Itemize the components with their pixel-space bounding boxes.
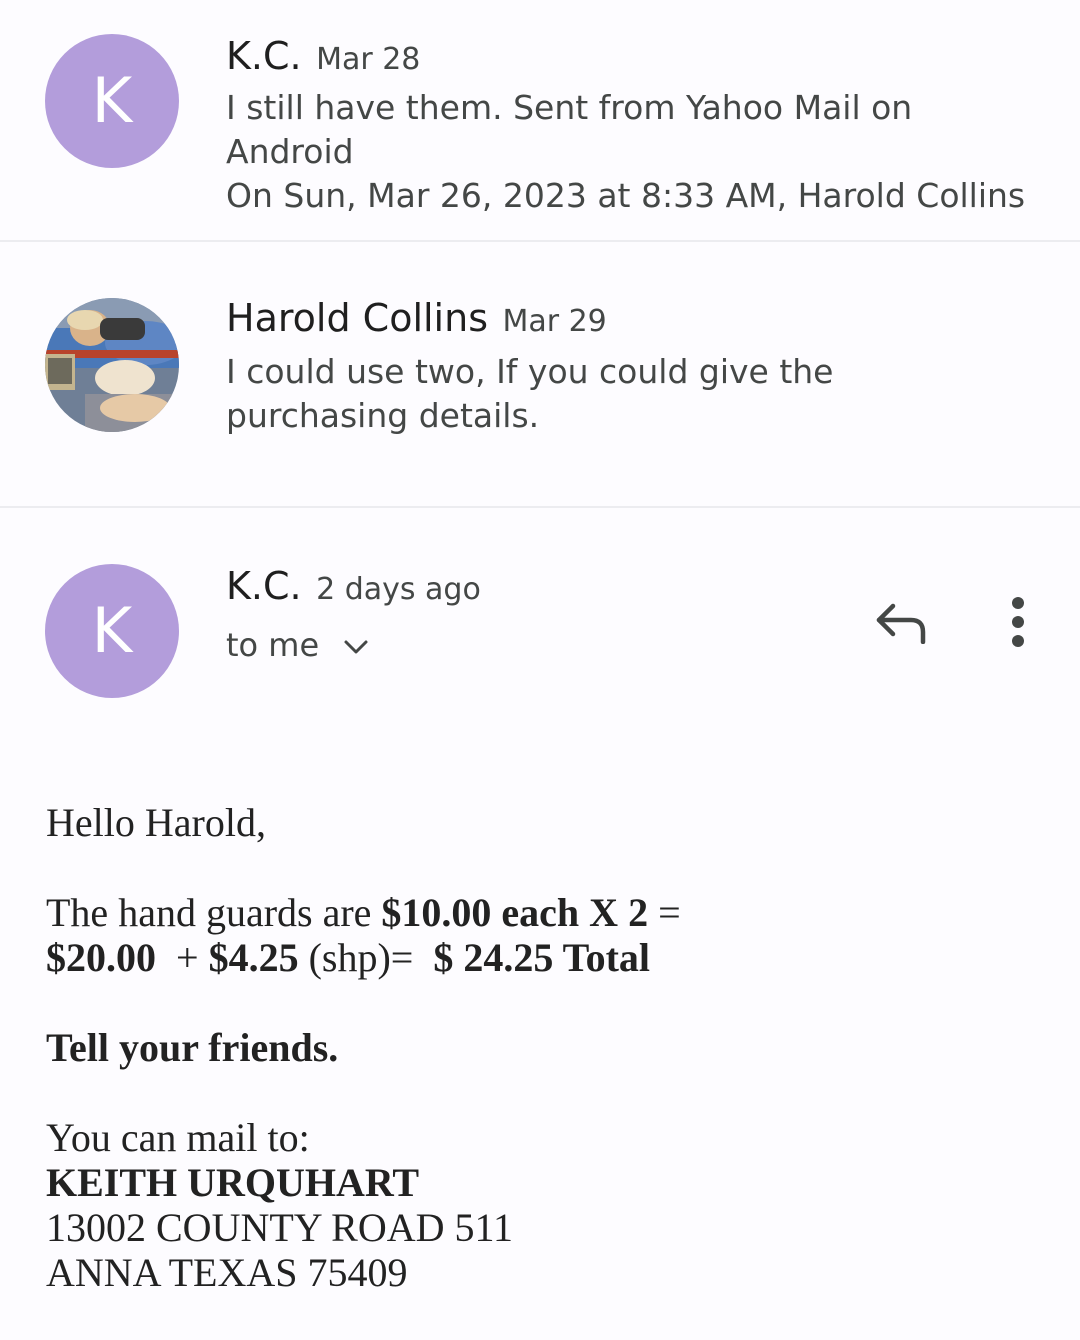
snippet-line: I still have them. Sent from Yahoo Mail …: [226, 88, 913, 171]
avatar-kc: K: [45, 34, 179, 168]
avatar-harold-photo: [45, 298, 179, 432]
price-line: The hand guards are $10.00 each X 2 =: [46, 890, 1036, 935]
message-header: K.C. Mar 28: [226, 34, 420, 78]
sender-name: Harold Collins: [226, 296, 488, 340]
mail-intro: You can mail to:: [46, 1115, 310, 1160]
reply-icon: [876, 603, 926, 644]
message-snippet: I still have them. Sent from Yahoo Mail …: [226, 86, 1026, 218]
recipient-label: to me: [226, 626, 320, 664]
total-amount: $ 24.25 Total: [433, 935, 651, 980]
message-snippet: I could use two, If you could give the p…: [226, 352, 834, 435]
greeting: Hello Harold,: [46, 800, 266, 845]
message-date: 2 days ago: [316, 572, 481, 607]
sender-name: K.C.: [226, 34, 302, 78]
price-each: $10.00 each X 2: [381, 890, 649, 935]
shipping-amount: $4.25: [208, 935, 299, 980]
price-equals: =: [648, 890, 681, 935]
email-thread: K K.C. Mar 28 I still have them. Sent fr…: [0, 0, 1080, 1340]
more-vert-icon: [1012, 597, 1024, 647]
tell-friends: Tell your friends.: [46, 1025, 339, 1070]
reply-button[interactable]: [866, 592, 936, 652]
total-line: $20.00 + $4.25 (shp)= $ 24.25 Total: [46, 935, 1036, 980]
more-options-button[interactable]: [996, 590, 1040, 654]
message-body: Hello Harold, The hand guards are $10.00…: [46, 800, 1036, 1295]
message-date: Mar 29: [502, 304, 607, 339]
collapsed-message-harold[interactable]: Harold Collins Mar 29 I could use two, I…: [0, 242, 1080, 508]
chevron-down-icon: [344, 640, 368, 654]
plus-sign: +: [156, 935, 209, 980]
collapsed-message-kc[interactable]: K K.C. Mar 28 I still have them. Sent fr…: [0, 0, 1080, 242]
price-intro: The hand guards are: [46, 890, 382, 935]
recipient-details-toggle[interactable]: to me: [226, 626, 369, 664]
snippet-line: On Sun, Mar 26, 2023 at 8:33 AM, Harold …: [226, 176, 1026, 215]
avatar-kc: K: [45, 564, 179, 698]
sender-name: K.C.: [226, 564, 302, 608]
mail-name: KEITH URQUHART: [46, 1160, 420, 1205]
mail-city: ANNA TEXAS 75409: [46, 1250, 408, 1295]
message-date: Mar 28: [316, 42, 421, 77]
shipping-label: (shp)=: [298, 935, 434, 980]
subtotal: $20.00: [46, 935, 156, 980]
message-header: Harold Collins Mar 29: [226, 296, 607, 340]
mail-street: 13002 COUNTY ROAD 511: [46, 1205, 514, 1250]
open-message-header: K.C. 2 days ago: [226, 564, 481, 608]
